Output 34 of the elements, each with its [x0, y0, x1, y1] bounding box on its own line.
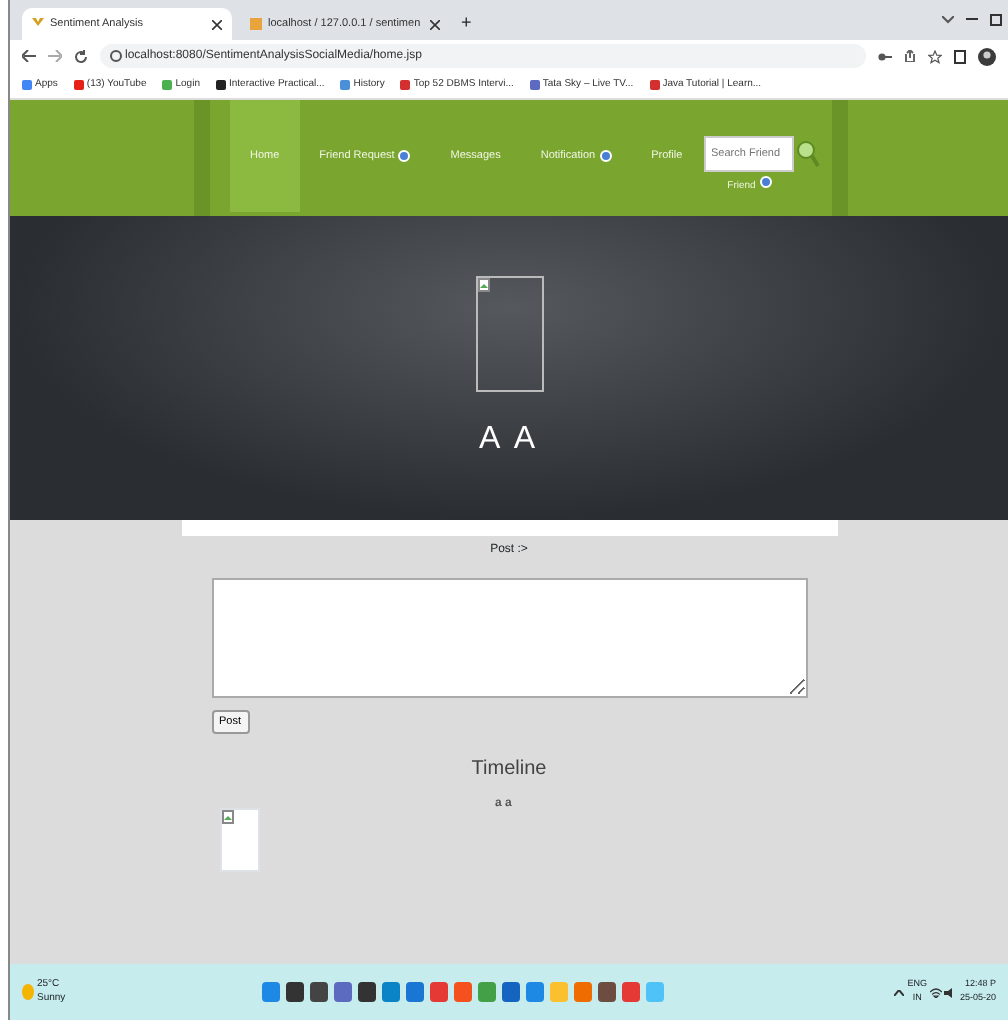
timeline-title: Timeline: [471, 756, 547, 785]
star-icon[interactable]: [928, 49, 942, 63]
post-field[interactable]: [211, 578, 807, 698]
profile-name: A A: [478, 420, 540, 460]
bookmark-icon: [73, 80, 84, 90]
site-icon: [32, 18, 44, 30]
sidepanel-icon[interactable]: [954, 49, 966, 63]
bookmark-icon: [400, 80, 411, 90]
key-icon[interactable]: [878, 51, 892, 61]
close-icon[interactable]: [212, 19, 222, 29]
speaker-icon[interactable]: [944, 987, 957, 997]
bookmark-icon: [162, 80, 173, 90]
share-icon[interactable]: [904, 50, 916, 62]
nav-side-band: [832, 100, 848, 216]
close-icon[interactable]: [430, 19, 440, 29]
broken-image-icon: [477, 278, 489, 292]
search-icon[interactable]: [796, 140, 820, 168]
wifi-icon[interactable]: [929, 987, 942, 997]
avatar-icon[interactable]: [978, 47, 996, 65]
bookmark-icon: [215, 80, 226, 90]
bookmark-icon: [22, 80, 32, 90]
new-tab-button[interactable]: +: [461, 10, 472, 37]
chevron-up-icon[interactable]: [894, 989, 905, 995]
bookmark-icon: [649, 80, 660, 90]
chevron-icon[interactable]: [942, 16, 954, 24]
minimize-icon[interactable]: [966, 18, 978, 22]
info-icon: [110, 50, 122, 62]
reload-icon[interactable]: [74, 49, 88, 63]
back-icon[interactable]: [22, 50, 36, 62]
bookmark-icon: [529, 80, 540, 90]
restore-icon[interactable]: [990, 14, 1002, 26]
nav-side-band: [194, 100, 210, 216]
bookmark-icon: [340, 80, 351, 90]
sun-icon: [22, 984, 34, 1000]
